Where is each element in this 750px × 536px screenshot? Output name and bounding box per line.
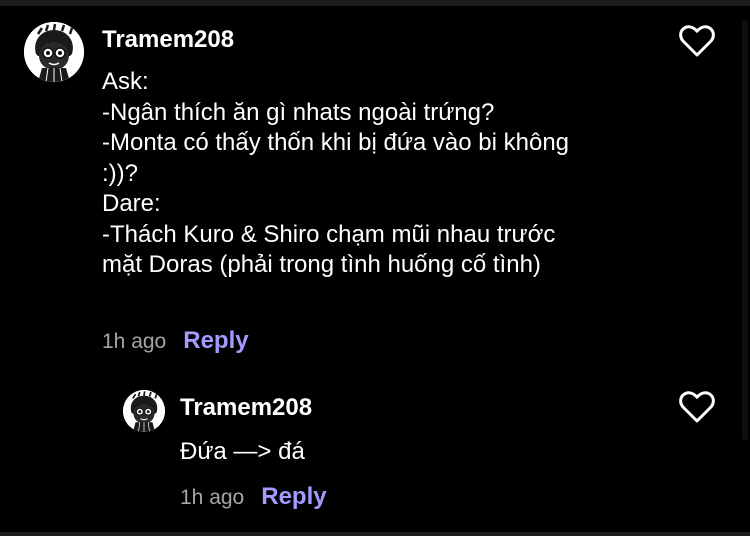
comment-timestamp: 1h ago — [102, 330, 167, 353]
comment-line: Dare: — [102, 190, 161, 217]
comment-author[interactable]: Tramem208 — [102, 26, 234, 54]
cartoon-face-icon — [123, 390, 165, 432]
comment-meta: 1h ago Reply — [102, 327, 249, 355]
scrollbar[interactable] — [742, 20, 748, 440]
cartoon-face-icon — [24, 22, 84, 82]
comment-body: Ask: -Ngân thích ăn gì nhats ngoài trứng… — [102, 67, 569, 281]
like-heart-icon[interactable] — [678, 390, 716, 424]
comment-line: -Monta có thấy thốn khi bị đứa vào bi kh… — [102, 129, 570, 156]
reply-line: Đứa —> đá — [180, 438, 305, 465]
reply-body: Đứa —> đá — [180, 437, 305, 468]
like-heart-icon[interactable] — [678, 24, 716, 58]
reply-button[interactable]: Reply — [183, 327, 248, 355]
comment-line: mặt Doras (phải trong tình huống cố tình… — [102, 251, 541, 278]
top-divider — [0, 0, 750, 6]
comment-line: -Ngân thích ăn gì nhats ngoài trứng? — [102, 98, 495, 126]
reply-timestamp: 1h ago — [180, 486, 245, 509]
reply-meta: 1h ago Reply — [180, 483, 327, 511]
comment-line: Ask: — [102, 68, 149, 95]
comment-line: :))? — [102, 159, 138, 187]
avatar[interactable] — [123, 390, 165, 432]
avatar[interactable] — [24, 22, 84, 82]
reply-button[interactable]: Reply — [261, 483, 326, 511]
bottom-divider — [0, 532, 750, 536]
comment-line: -Thách Kuro & Shiro chạm mũi nhau trước — [102, 220, 556, 248]
reply-author[interactable]: Tramem208 — [180, 394, 312, 422]
